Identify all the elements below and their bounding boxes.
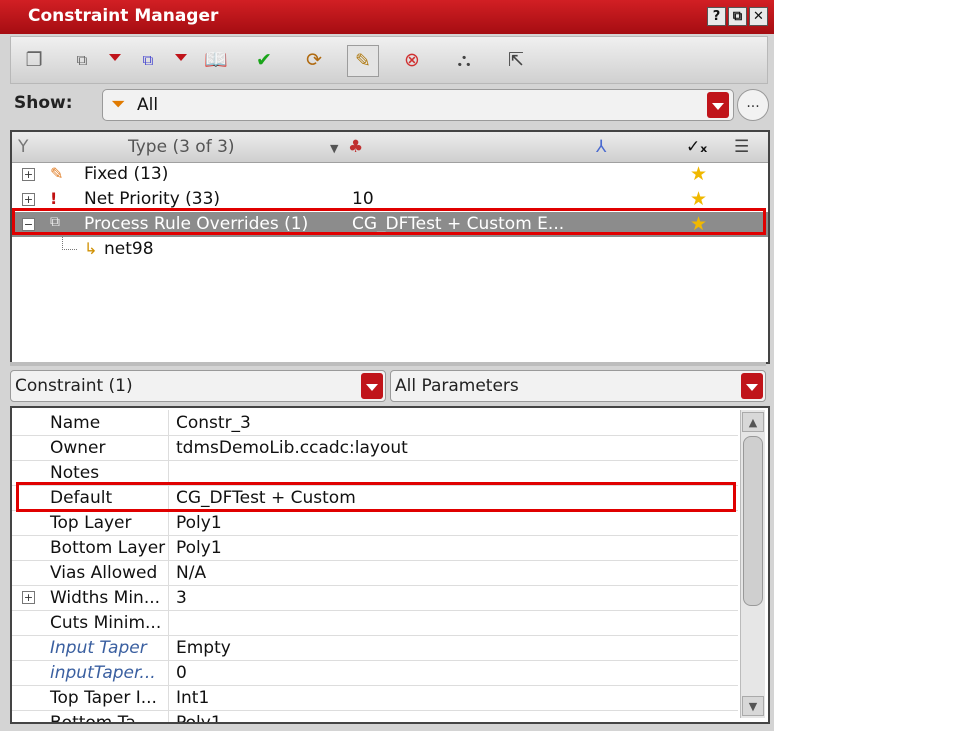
property-row[interactable]: Name Constr_3 xyxy=(12,410,738,436)
create-constraint-dropdown-icon[interactable] xyxy=(109,54,121,61)
highlight-box-default-row xyxy=(16,482,736,512)
property-value[interactable]: 3 xyxy=(176,588,187,608)
show-label: Show: xyxy=(14,93,73,113)
property-value[interactable]: Poly1 xyxy=(176,713,222,722)
property-name: inputTaper... xyxy=(50,663,156,683)
property-name: Notes xyxy=(50,463,100,483)
property-row[interactable]: Owner tdmsDemoLib.ccadc:layout xyxy=(12,435,738,461)
highlight-box-tree-row xyxy=(12,208,766,235)
select-objects-icon[interactable]: ⛬ xyxy=(449,45,479,75)
property-value[interactable]: tdmsDemoLib.ccadc:layout xyxy=(176,438,408,458)
tree-row-label: Net Priority (33) xyxy=(84,189,221,209)
copy-icon[interactable]: ❐ xyxy=(19,45,49,75)
priority-icon: ! xyxy=(50,189,58,208)
property-name: Input Taper xyxy=(50,638,147,658)
tree-row-fixed[interactable]: + ✎ Fixed (13) ★ xyxy=(12,162,768,187)
title-buttons: ? ⧉ ✕ xyxy=(707,7,768,26)
property-row[interactable]: inputTaper... 0 xyxy=(12,660,738,686)
scope-column-icon[interactable]: ⅄ xyxy=(596,137,606,157)
property-name: Owner xyxy=(50,438,106,458)
property-name: Vias Allowed xyxy=(50,563,158,583)
property-name: Cuts Minim... xyxy=(50,613,162,633)
property-row[interactable]: Vias Allowed N/A xyxy=(12,560,738,586)
show-filter-value: All xyxy=(137,95,159,115)
property-name: Widths Min... xyxy=(50,588,161,608)
property-value[interactable]: N/A xyxy=(176,563,206,583)
scroll-down-icon[interactable]: ▼ xyxy=(742,696,764,716)
property-row[interactable]: Bottom Layer Poly1 xyxy=(12,535,738,561)
property-row[interactable]: Top Taper I... Int1 xyxy=(12,685,738,711)
tree-row-label: net98 xyxy=(104,239,154,259)
constraint-tree: Y Type (3 of 3) ▼ ♣ ⅄ ✓ₓ ☰ + ✎ Fixed (13… xyxy=(10,130,770,364)
property-value[interactable]: Poly1 xyxy=(176,538,222,558)
create-constraint-icon[interactable]: ⧉ xyxy=(67,45,97,75)
restore-button[interactable]: ⧉ xyxy=(728,7,747,26)
tree-row-net98[interactable]: ↳ net98 xyxy=(12,237,768,262)
sort-arrow-icon[interactable]: ▼ xyxy=(330,142,338,155)
net-icon: ↳ xyxy=(84,239,98,258)
property-row[interactable]: + Widths Min... 3 xyxy=(12,585,738,611)
property-value[interactable]: 0 xyxy=(176,663,187,683)
properties-table: Name Constr_3 Owner tdmsDemoLib.ccadc:layo… xyxy=(10,406,770,724)
filter-column-icon[interactable]: Y xyxy=(18,137,28,157)
pane-splitter[interactable] xyxy=(10,362,766,366)
fixed-icon: ✎ xyxy=(50,164,64,183)
star-icon: ★ xyxy=(690,188,708,210)
property-name: Bottom Ta... xyxy=(50,713,152,724)
property-name: Top Layer xyxy=(50,513,132,533)
toolbar: ❐ ⧉ ⧉ 📖 ✔ ⟳ ✎ ⊗ ⛬ ⇱ xyxy=(10,36,768,84)
tree-row-label: Fixed (13) xyxy=(84,164,169,184)
constraint-select[interactable]: Constraint (1) xyxy=(10,370,386,402)
notes-column-icon[interactable]: ☰ xyxy=(734,137,749,157)
parameters-dropdown-icon[interactable] xyxy=(741,373,763,399)
constraint-group-dropdown-icon[interactable] xyxy=(175,54,187,61)
type-column-header[interactable]: Type (3 of 3) xyxy=(128,137,235,157)
filter-funnel-icon: ⏷ xyxy=(111,94,126,115)
scroll-thumb[interactable] xyxy=(743,436,763,606)
window-title: Constraint Manager xyxy=(28,6,219,26)
property-value[interactable]: Poly1 xyxy=(176,513,222,533)
tree-header: Y Type (3 of 3) ▼ ♣ ⅄ ✓ₓ ☰ xyxy=(12,132,768,163)
pointer-icon[interactable]: ⇱ xyxy=(501,45,531,75)
value-column-icon[interactable]: ♣ xyxy=(348,137,363,157)
property-row[interactable]: Input Taper Empty xyxy=(12,635,738,661)
delete-icon[interactable]: ⊗ xyxy=(397,45,427,75)
property-name: Name xyxy=(50,413,101,433)
refresh-icon[interactable]: ⟳ xyxy=(299,45,329,75)
close-button[interactable]: ✕ xyxy=(749,7,768,26)
property-row[interactable]: Cuts Minim... xyxy=(12,610,738,636)
property-row[interactable]: Bottom Ta... Poly1 xyxy=(12,710,738,724)
parameters-select-value: All Parameters xyxy=(395,376,519,396)
property-value[interactable]: Int1 xyxy=(176,688,209,708)
constraint-select-value: Constraint (1) xyxy=(15,376,133,396)
show-dropdown-icon[interactable] xyxy=(707,92,729,118)
scroll-up-icon[interactable]: ▲ xyxy=(742,412,764,432)
help-button[interactable]: ? xyxy=(707,7,726,26)
property-name: Bottom Layer xyxy=(50,538,166,558)
edit-icon[interactable]: ✎ xyxy=(347,45,379,77)
title-bar[interactable]: Constraint Manager ? ⧉ ✕ xyxy=(0,0,774,34)
property-value[interactable]: Constr_3 xyxy=(176,413,251,433)
show-filter-select[interactable]: ⏷ All xyxy=(102,89,734,121)
override-column-icon[interactable]: ✓ₓ xyxy=(686,137,707,157)
book-icon[interactable]: 📖 xyxy=(201,45,231,75)
expand-icon[interactable]: + xyxy=(22,591,35,604)
star-icon: ★ xyxy=(690,163,708,185)
check-icon[interactable]: ✔ xyxy=(249,45,279,75)
expand-icon[interactable]: + xyxy=(22,193,35,206)
tree-connector xyxy=(62,237,77,250)
expand-icon[interactable]: + xyxy=(22,168,35,181)
properties-scrollbar[interactable]: ▲ ▼ xyxy=(740,410,765,718)
constraint-manager-window: Constraint Manager ? ⧉ ✕ ❐ ⧉ ⧉ 📖 ✔ ⟳ ✎ ⊗… xyxy=(0,0,774,731)
more-options-button[interactable]: ... xyxy=(737,89,769,121)
constraint-group-icon[interactable]: ⧉ xyxy=(133,45,163,75)
parameters-select[interactable]: All Parameters xyxy=(390,370,766,402)
tree-row-value: 10 xyxy=(352,189,374,209)
property-value[interactable]: Empty xyxy=(176,638,231,658)
constraint-dropdown-icon[interactable] xyxy=(361,373,383,399)
property-row[interactable]: Top Layer Poly1 xyxy=(12,510,738,536)
property-name: Top Taper I... xyxy=(50,688,157,708)
